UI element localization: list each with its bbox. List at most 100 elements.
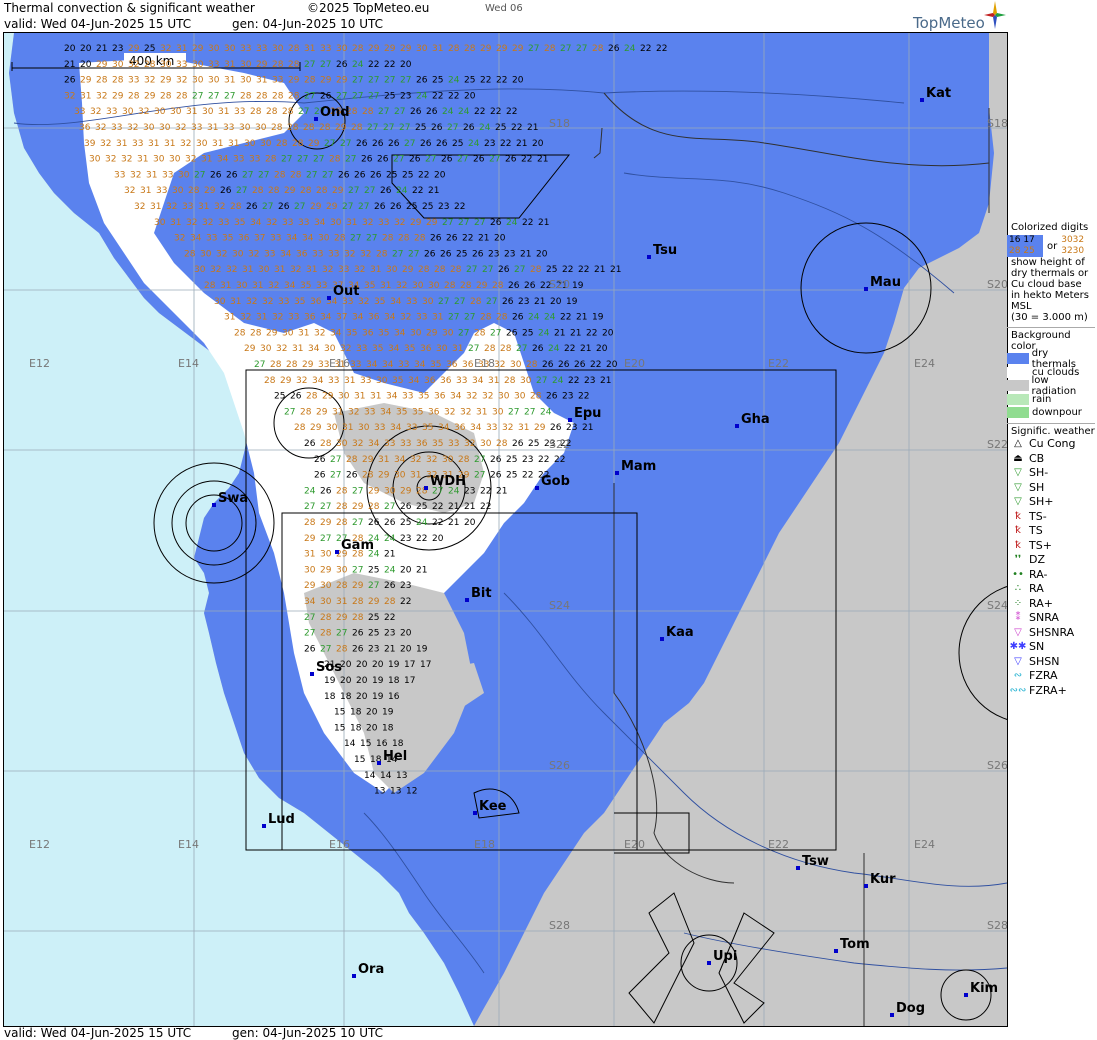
thermal-digit: 31: [332, 407, 343, 417]
thermal-digit: 28: [96, 76, 108, 86]
map-title: Thermal convection & significant weather: [4, 1, 255, 15]
thermal-digit: 22: [384, 60, 395, 70]
thermal-digit: 28: [504, 376, 516, 386]
thermal-digit: 34: [330, 328, 342, 338]
thermal-digit: 26: [372, 139, 384, 149]
thermal-digit: 30: [236, 281, 248, 291]
thermal-digit: 29: [304, 581, 316, 591]
thermal-digit: 34: [414, 360, 426, 370]
thermal-digit: 20: [494, 234, 506, 244]
thermal-digit: 27: [486, 297, 497, 307]
map-canvas[interactable]: 400 km 20 20 21 23 29 25 32 31 29 30 30 33 33 30 28 31 3…: [4, 33, 1007, 1026]
day-tab[interactable]: Wed 06: [485, 3, 523, 14]
legend-sig-item: △ Cu Cong: [1007, 437, 1095, 452]
thermal-digit: 20: [602, 328, 614, 338]
thermal-digit: 23: [488, 249, 499, 259]
thermal-digit: 26: [505, 155, 517, 165]
legend-bg-item: dry thermals: [1007, 348, 1095, 370]
thermal-digit: 36: [310, 297, 322, 307]
grid-label: S24: [549, 599, 570, 612]
legend-sig-label: SH-: [1029, 466, 1049, 480]
thermal-digit: 26: [377, 155, 389, 165]
legend-sig-list: △ Cu Cong ⏏ CB ▽ SH- ▽ SH ▽ SH+ ꝁ TS-ꝁ TS ꝁ TS+ ❜❜ DZ •• R…: [1007, 437, 1095, 698]
thermal-digit: 27: [348, 186, 359, 196]
thermal-digit: 27: [324, 139, 335, 149]
thermal-digit: 19: [324, 676, 336, 686]
compass-star-icon: [984, 1, 1006, 29]
thermal-digit: 30: [416, 44, 428, 54]
thermal-digit: 27: [448, 313, 459, 323]
thermal-digit: 27: [320, 502, 331, 512]
thermal-digit: 32: [272, 313, 283, 323]
city-label-kee: Kee: [479, 799, 507, 814]
thermal-digit: 30: [154, 218, 166, 228]
thermal-digit: 26: [368, 518, 380, 528]
thermal-digit: 26: [226, 170, 238, 180]
thermal-digit: 30: [386, 265, 398, 275]
grid-label: E20: [624, 357, 645, 370]
thermal-digit: 30: [240, 76, 252, 86]
thermal-digit: 29: [352, 502, 364, 512]
thermal-digit: 35: [364, 281, 375, 291]
map-frame[interactable]: 400 km 20 20 21 23 29 25 32 31 29 30 30 33 33 30 28 31 3…: [3, 32, 1008, 1027]
grid-label: E12: [29, 357, 50, 370]
thermal-digit: 30: [208, 44, 220, 54]
thermal-digit: 29: [204, 186, 216, 196]
thermal-digit: 28: [272, 60, 284, 70]
thermal-digit: 29: [144, 91, 156, 101]
thermal-digit: 18: [388, 676, 400, 686]
thermal-digit: 33: [350, 360, 361, 370]
grid-label: E18: [474, 357, 495, 370]
thermal-digit: 25: [406, 202, 417, 212]
thermal-digit: 33: [328, 376, 339, 386]
thermal-digit: 27: [194, 170, 205, 180]
thermal-digit: 28: [272, 91, 284, 101]
thermal-digit: 28: [351, 123, 363, 133]
thermal-digit: 27: [236, 186, 247, 196]
thermal-digit: 34: [302, 234, 314, 244]
thermal-digit: 33: [256, 44, 267, 54]
thermal-digit: 22: [640, 44, 651, 54]
thermal-digit: 31: [137, 155, 148, 165]
thermal-digit: 28: [460, 281, 472, 291]
thermal-digit: 23: [400, 581, 411, 591]
thermal-digit: 28: [352, 613, 364, 623]
thermal-digit: 26: [440, 249, 452, 259]
thermal-digit: 27: [489, 155, 500, 165]
thermal-digit: 28: [304, 518, 316, 528]
thermal-digit: 28: [266, 107, 278, 117]
thermal-digit: 33: [270, 234, 281, 244]
grid-label: E22: [768, 838, 789, 851]
thermal-digit: 28: [256, 91, 268, 101]
thermal-digit: 28: [188, 186, 200, 196]
thermal-digit: 28: [336, 502, 348, 512]
thermal-digit: 25: [274, 392, 285, 402]
thermal-digit: 36: [440, 376, 452, 386]
city-label-tom: Tom: [840, 937, 870, 952]
thermal-digit: 31: [201, 155, 212, 165]
legend-panel: Colorized digits 16 17 28 25 or 3032 323…: [1007, 32, 1095, 1025]
thermal-digit: 33: [320, 44, 331, 54]
city-label-tsu: Tsu: [653, 243, 677, 258]
thermal-digit: 29: [308, 139, 320, 149]
thermal-digit: 29: [322, 392, 334, 402]
thermal-digit: 22: [432, 518, 443, 528]
city-marker-icon: [465, 598, 469, 602]
legend-sig-item: ▽ SHSN: [1007, 654, 1095, 669]
thermal-digit: 21: [384, 550, 395, 560]
grid-label: S28: [987, 919, 1007, 932]
thermal-digit: 28: [336, 581, 348, 591]
legend-sig-item: ▽ SHSNRA: [1007, 625, 1095, 640]
thermal-digit: 32: [444, 407, 455, 417]
thermal-digit: 22: [462, 234, 473, 244]
thermal-digit: 26: [314, 471, 326, 481]
thermal-digit: 31: [452, 344, 463, 354]
thermal-digit: 28: [274, 170, 286, 180]
thermal-digit: 32: [502, 423, 513, 433]
thermal-digit: 33: [208, 60, 219, 70]
thermal-digit: 29: [400, 44, 412, 54]
thermal-digit: 27: [474, 218, 485, 228]
thermal-digit: 27: [536, 376, 547, 386]
thermal-digit: 29: [266, 328, 278, 338]
thermal-digit: 20: [340, 676, 352, 686]
